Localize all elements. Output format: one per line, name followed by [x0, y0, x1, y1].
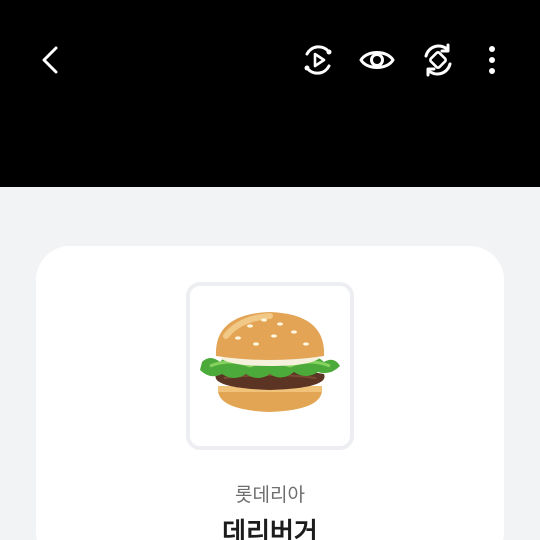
back-button[interactable]: [30, 40, 70, 80]
burger-image: [200, 312, 340, 412]
rotate-button[interactable]: [418, 40, 458, 80]
more-vertical-icon: [489, 46, 495, 74]
eye-icon: [359, 51, 395, 69]
more-options-button[interactable]: [476, 40, 508, 80]
motion-photo-play-icon: [304, 45, 332, 75]
rotate-icon: [424, 43, 452, 77]
view-button[interactable]: [357, 40, 397, 80]
product-brand: 롯데리아: [235, 484, 305, 506]
viewer-toolbar: [0, 0, 540, 187]
motion-photo-button[interactable]: [298, 40, 338, 80]
product-name: 데리버거: [222, 518, 318, 540]
chevron-left-icon: [42, 46, 58, 74]
product-thumbnail: [186, 282, 354, 450]
